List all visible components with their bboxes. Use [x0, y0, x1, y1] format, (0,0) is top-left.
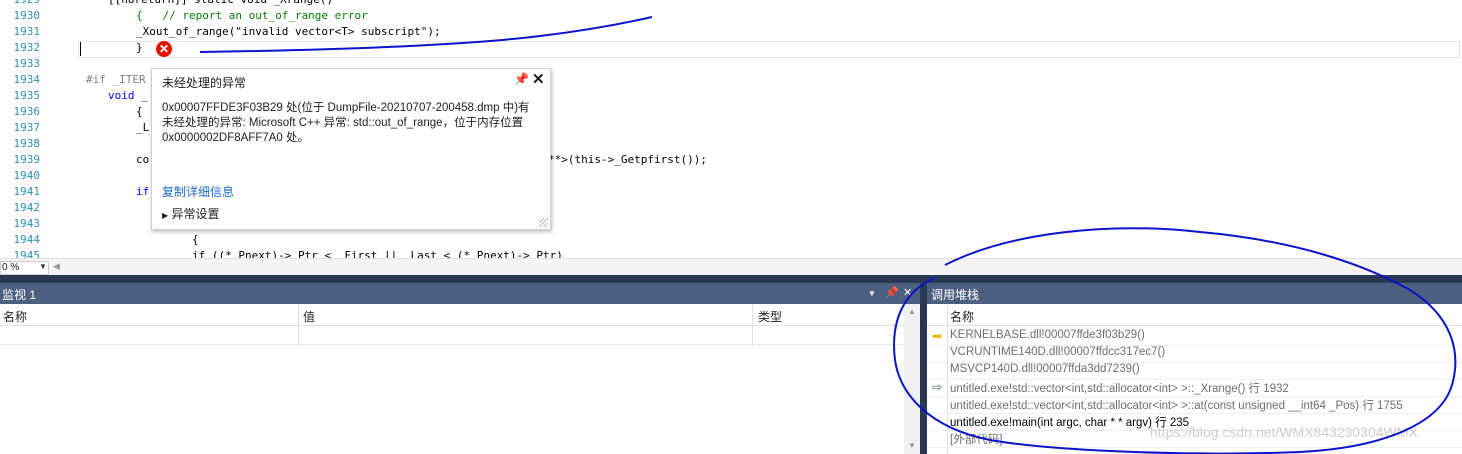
resize-grip-icon[interactable] [539, 218, 548, 227]
call-stack-column-header: 名称 [927, 305, 1462, 326]
column-type[interactable]: 类型 [758, 308, 782, 325]
exception-title: 未经处理的异常 [162, 76, 247, 90]
call-stack-frame[interactable]: untitled.exe!std::vector<int,std::alloca… [927, 396, 1462, 414]
code-line-1935[interactable]: void _ [108, 88, 148, 104]
exception-message: 0x00007FFDE3F03B29 处(位于 DumpFile-2021070… [162, 102, 530, 144]
line-number: 1933 [13, 57, 41, 70]
frame-label: VCRUNTIME140D.dll!00007ffdcc317ec7() [950, 346, 1166, 358]
line-number: 1930 [13, 9, 41, 22]
frame-label: KERNELBASE.dll!00007ffde3f03b29() [950, 329, 1145, 341]
close-icon[interactable]: ✕ [903, 286, 912, 299]
watermark: https://blog.csdn.net/WMX843230304WMX [1150, 424, 1418, 440]
pin-icon[interactable]: 📌 [514, 72, 529, 86]
frame-label: [外部代码] [950, 434, 1003, 446]
chevron-down-icon: ▼ [39, 262, 47, 271]
code-line-1937[interactable]: _L [136, 120, 149, 136]
line-number: 1929 [0, 0, 41, 8]
column-name[interactable]: 名称 [950, 308, 974, 325]
current-frame-arrow-icon: ➡ [931, 329, 943, 343]
close-icon[interactable]: ✕ [532, 70, 545, 88]
call-stack-frame[interactable]: ➡ KERNELBASE.dll!00007ffde3f03b29() [927, 328, 1462, 346]
expand-triangle-icon: ▶ [162, 211, 169, 220]
text-caret [80, 42, 81, 56]
line-number: 1940 [13, 169, 41, 182]
line-number: 1932 [13, 41, 41, 54]
exception-settings-label: 异常设置 [171, 207, 220, 221]
error-icon[interactable]: ✕ [156, 41, 172, 57]
line-number: 1938 [13, 137, 41, 150]
zoom-value: 0 % [2, 262, 20, 273]
call-stack-title: 调用堆栈 [931, 288, 980, 302]
line-number: 1939 [13, 153, 41, 166]
call-stack-title-bar: 调用堆栈 [927, 283, 1462, 304]
line-number: 1945 [13, 249, 41, 258]
line-number: 1934 [13, 73, 41, 86]
call-stack-frame[interactable]: MSVCP140D.dll!00007ffda3dd7239() [927, 362, 1462, 380]
watch-window: 监视 1 ▼ 📌 ✕ 名称 值 类型 ▲ ▼ [0, 283, 920, 454]
code-line-1930[interactable]: { // report an out_of_range error [136, 8, 368, 24]
watch-empty-row[interactable] [0, 326, 904, 345]
vertical-scrollbar[interactable]: ▲ ▼ [904, 304, 920, 454]
code-line-1932[interactable]: } [136, 40, 143, 56]
code-line-1936[interactable]: { [136, 104, 143, 120]
exception-settings-toggle[interactable]: ▶ 异常设置 [162, 205, 220, 222]
scroll-left-icon[interactable]: ◀ [53, 261, 60, 272]
window-menu-dropdown-icon[interactable]: ▼ [868, 289, 876, 298]
code-line-1939-start[interactable]: co [136, 152, 149, 168]
code-editor[interactable]: 1929 1930 1931 1932 1933 1934 1935 1936 … [0, 0, 1462, 258]
pin-icon[interactable]: 📌 [885, 286, 899, 299]
current-line-highlight [78, 41, 1460, 58]
code-line-1941[interactable]: if [136, 184, 149, 200]
line-number: 1936 [13, 105, 41, 118]
code-line-1934[interactable]: #if _ITER [86, 72, 146, 88]
code-line-1931[interactable]: _Xout_of_range("invalid vector<T> subscr… [136, 24, 441, 40]
scroll-down-icon[interactable]: ▼ [908, 441, 916, 450]
code-line-1945[interactable]: if ((*_Pnext)->_Ptr < _First || _Last < … [192, 248, 563, 258]
zoom-dropdown[interactable]: 0 % ▼ [0, 261, 49, 275]
watch-title-bar: 监视 1 ▼ 📌 ✕ [0, 283, 920, 304]
frame-label: MSVCP140D.dll!00007ffda3dd7239() [950, 363, 1140, 375]
copy-details-link[interactable]: 复制详细信息 [162, 183, 234, 200]
line-number: 1942 [13, 201, 41, 214]
line-number: 1935 [13, 89, 41, 102]
scroll-up-icon[interactable]: ▲ [908, 307, 916, 316]
watch-title: 监视 1 [2, 288, 37, 302]
frame-label: untitled.exe!std::vector<int,std::alloca… [950, 400, 1403, 412]
line-number: 1941 [13, 185, 41, 198]
watch-column-header: 名称 值 类型 [0, 305, 904, 326]
call-stack-frame[interactable]: VCRUNTIME140D.dll!00007ffdcc317ec7() [927, 345, 1462, 363]
selected-frame-arrow-icon: ⇨ [931, 380, 943, 394]
call-stack-frame[interactable]: ⇨ untitled.exe!std::vector<int,std::allo… [927, 379, 1462, 397]
code-line-1944[interactable]: { [192, 232, 199, 248]
code-line-1929[interactable]: [[noreturn]] static void _Xrange() [108, 0, 333, 8]
panel-splitter[interactable] [0, 275, 1462, 283]
column-name[interactable]: 名称 [3, 308, 27, 325]
line-number: 1944 [13, 233, 41, 246]
line-number: 1943 [13, 217, 41, 230]
line-number-gutter: 1929 1930 1931 1932 1933 1934 1935 1936 … [0, 0, 44, 258]
exception-popup: 未经处理的异常 📌 ✕ 0x00007FFDE3F03B29 处(位于 Dump… [151, 68, 551, 230]
line-number: 1937 [13, 121, 41, 134]
code-line-1939-end[interactable]: **>(this->_Getpfirst()); [548, 152, 707, 168]
editor-status-bar: 0 % ▼ ◀ [0, 258, 1462, 276]
frame-label: untitled.exe!std::vector<int,std::alloca… [950, 383, 1289, 395]
column-value[interactable]: 值 [303, 308, 315, 325]
line-number: 1931 [13, 25, 41, 38]
panel-splitter-vertical[interactable] [920, 283, 927, 454]
